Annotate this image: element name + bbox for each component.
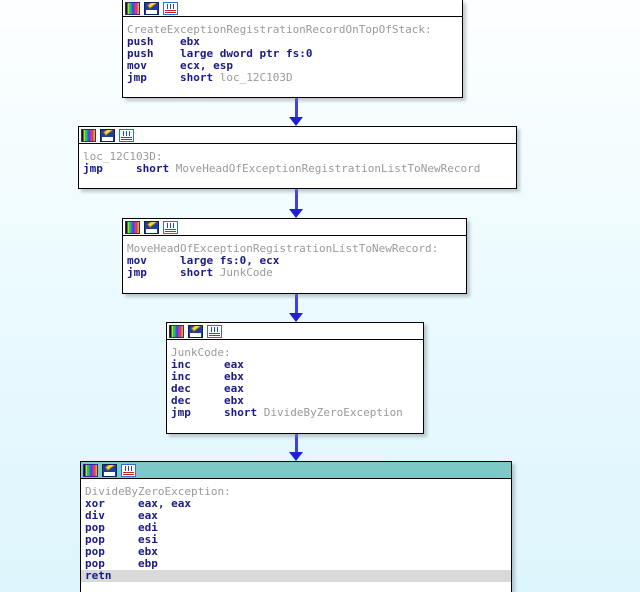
color-palette-icon[interactable]	[125, 1, 140, 15]
graph-chart-icon[interactable]	[119, 128, 134, 142]
asm-operand-keyword: short	[135, 162, 176, 175]
graph-chart-icon[interactable]	[121, 463, 136, 477]
asm-instruction-line[interactable]: retn	[81, 570, 511, 582]
graph-node-dividebyzeroexception[interactable]: DivideByZeroException: xor eax, eax div ea…	[80, 461, 512, 592]
asm-mnemonic: jmp	[127, 266, 180, 279]
asm-operand-keyword: short	[179, 71, 220, 84]
graph-edge-arrowhead-icon	[289, 452, 303, 461]
asm-mnemonic: jmp	[127, 71, 180, 84]
asm-operand-reference[interactable]: JunkCode	[220, 266, 273, 279]
edit-pencil-icon[interactable]	[144, 220, 159, 234]
graph-edge-arrowhead-icon	[289, 117, 303, 126]
graph-node-moveheadofexceptionregistrationlisttonewrecord[interactable]: MoveHeadOfExceptionRegistrationListToNew…	[122, 218, 467, 294]
graph-node-titlebar[interactable]	[81, 462, 511, 479]
asm-operand-reference[interactable]: DivideByZeroException	[264, 406, 403, 419]
asm-operand-keyword: short	[223, 406, 264, 419]
edit-pencil-icon[interactable]	[102, 463, 117, 477]
asm-mnemonic: jmp	[83, 162, 136, 175]
asm-mnemonic: jmp	[171, 406, 224, 419]
graph-node-body[interactable]: loc_12C103D: jmp short MoveHeadOfExceptio…	[79, 144, 516, 177]
edit-pencil-icon[interactable]	[188, 324, 203, 338]
edit-pencil-icon[interactable]	[100, 128, 115, 142]
edit-pencil-icon[interactable]	[144, 1, 159, 15]
graph-node-titlebar[interactable]	[167, 323, 423, 340]
graph-edge	[295, 434, 298, 454]
asm-operand-reference[interactable]: MoveHeadOfExceptionRegistrationListToNew…	[176, 162, 481, 175]
graph-node-createexceptionregistrationrecordontopofstack[interactable]: CreateExceptionRegistrationRecordOnTopOf…	[122, 0, 463, 98]
graph-chart-icon[interactable]	[207, 324, 222, 338]
graph-node-body[interactable]: DivideByZeroException: xor eax, eax div ea…	[81, 479, 511, 584]
disassembly-graph-canvas[interactable]: CreateExceptionRegistrationRecordOnTopOf…	[0, 0, 640, 592]
asm-operand: ebp	[137, 557, 158, 570]
graph-node-body[interactable]: MoveHeadOfExceptionRegistrationListToNew…	[123, 236, 466, 281]
color-palette-icon[interactable]	[125, 220, 140, 234]
graph-node-body[interactable]: CreateExceptionRegistrationRecordOnTopOf…	[123, 17, 462, 86]
graph-edge-arrowhead-icon	[289, 313, 303, 322]
graph-edge	[295, 98, 298, 119]
graph-node-titlebar[interactable]	[79, 127, 516, 144]
asm-instruction-line[interactable]: jmp short loc_12C103D	[123, 72, 462, 84]
color-palette-icon[interactable]	[81, 128, 96, 142]
graph-edge	[295, 189, 298, 211]
graph-edge-arrowhead-icon	[289, 209, 303, 218]
graph-chart-icon[interactable]	[163, 1, 178, 15]
graph-node-loc_12c103d[interactable]: loc_12C103D: jmp short MoveHeadOfExceptio…	[78, 126, 517, 189]
graph-chart-icon[interactable]	[163, 220, 178, 234]
graph-node-titlebar[interactable]	[123, 0, 462, 17]
color-palette-icon[interactable]	[169, 324, 184, 338]
color-palette-icon[interactable]	[83, 463, 98, 477]
asm-instruction-line[interactable]: jmp short DivideByZeroException	[167, 407, 423, 419]
asm-instruction-line[interactable]: jmp short JunkCode	[123, 267, 466, 279]
asm-instruction-line[interactable]: jmp short MoveHeadOfExceptionRegistratio…	[79, 163, 516, 175]
asm-mnemonic: retn	[85, 569, 138, 582]
asm-instruction-line[interactable]: pop ebp	[81, 558, 511, 570]
graph-node-titlebar[interactable]	[123, 219, 466, 236]
graph-node-body[interactable]: JunkCode: inc eax inc ebx dec eax dec ebx jmp…	[167, 340, 423, 421]
graph-node-junkcode[interactable]: JunkCode: inc eax inc ebx dec eax dec ebx jmp…	[166, 322, 424, 434]
asm-operand-reference[interactable]: loc_12C103D	[220, 71, 293, 84]
graph-edge	[295, 294, 298, 315]
asm-operand-keyword: short	[179, 266, 220, 279]
